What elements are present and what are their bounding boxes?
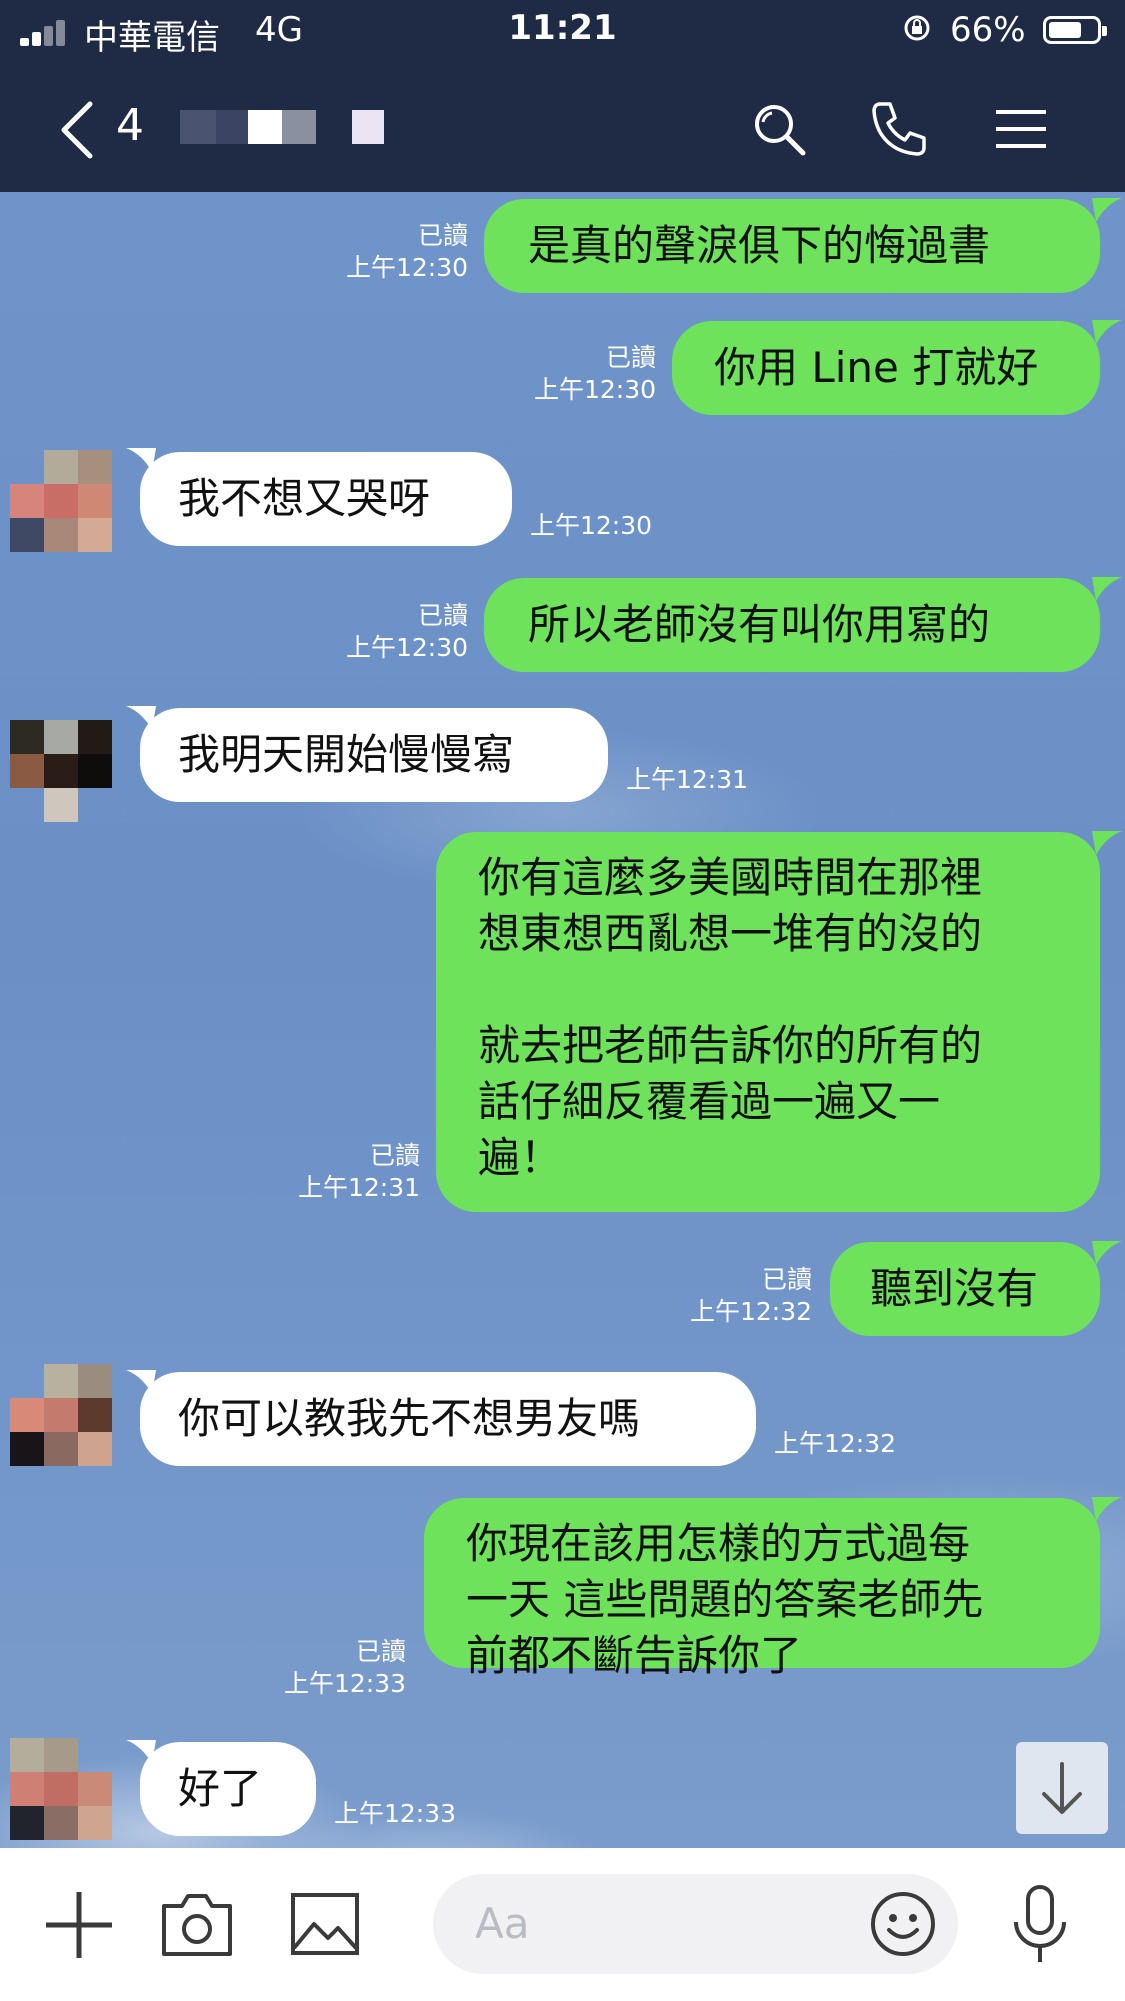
read-receipt: 已讀 xyxy=(417,221,468,250)
read-receipt: 已讀 xyxy=(417,601,468,630)
read-receipt: 已讀 xyxy=(355,1637,406,1666)
message-bubble-outgoing[interactable]: 你用 Line 打就好 xyxy=(672,321,1100,415)
message-input[interactable] xyxy=(473,1892,877,1954)
message-bubble-incoming[interactable]: 我明天開始慢慢寫 xyxy=(140,708,608,802)
message-meta: 已讀 上午12:30 xyxy=(486,342,656,406)
message-time: 上午12:32 xyxy=(689,1297,812,1326)
message-time: 上午12:33 xyxy=(334,1799,457,1828)
bubble-tail xyxy=(1092,577,1122,601)
message-meta: 已讀 上午12:30 xyxy=(300,600,468,664)
plus-icon[interactable] xyxy=(44,1890,114,1960)
message-bubble-incoming[interactable]: 好了 xyxy=(140,1742,316,1836)
bubble-tail xyxy=(1092,320,1122,344)
battery-percent: 66% xyxy=(950,10,1026,50)
message-meta: 已讀 上午12:31 xyxy=(258,1140,420,1204)
message-meta: 已讀 上午12:32 xyxy=(650,1264,812,1328)
camera-icon[interactable] xyxy=(160,1890,234,1958)
battery-icon xyxy=(1043,16,1107,44)
menu-icon[interactable] xyxy=(990,98,1052,160)
message-time: 上午12:30 xyxy=(345,633,468,662)
scroll-to-bottom-button[interactable] xyxy=(1016,1742,1108,1834)
message-time: 上午12:32 xyxy=(774,1429,897,1458)
message-bubble-outgoing[interactable]: 你有這麼多美國時間在那裡 想東想西亂想一堆有的沒的 就去把老師告訴你的所有的 話… xyxy=(436,832,1100,1212)
read-receipt: 已讀 xyxy=(761,1265,812,1294)
message-bubble-incoming[interactable]: 你可以教我先不想男友嗎 xyxy=(140,1372,756,1466)
message-bubble-outgoing[interactable]: 是真的聲淚俱下的悔過書 xyxy=(484,199,1100,293)
message-meta: 已讀 上午12:33 xyxy=(240,1636,406,1700)
read-receipt: 已讀 xyxy=(605,343,656,372)
chat-header: 4 xyxy=(0,62,1125,192)
message-time: 上午12:33 xyxy=(283,1669,406,1698)
search-icon[interactable] xyxy=(748,98,810,160)
unread-count: 4 xyxy=(116,100,144,151)
chat-area[interactable]: 已讀 上午12:30 是真的聲淚俱下的悔過書 已讀 上午12:30 你用 Lin… xyxy=(0,192,1125,1848)
message-time: 上午12:30 xyxy=(345,253,468,282)
image-icon[interactable] xyxy=(290,1892,360,1956)
back-chevron-icon[interactable] xyxy=(58,100,98,160)
arrow-down-icon xyxy=(1042,1762,1082,1814)
rotation-lock-icon xyxy=(904,15,930,41)
message-bubble-outgoing[interactable]: 所以老師沒有叫你用寫的 xyxy=(484,578,1100,672)
bubble-tail xyxy=(1092,1497,1122,1521)
microphone-icon[interactable] xyxy=(1010,1884,1070,1966)
bubble-tail xyxy=(1092,831,1122,855)
avatar[interactable] xyxy=(10,450,112,552)
message-input-box[interactable] xyxy=(433,1874,958,1974)
message-time: 上午12:31 xyxy=(626,765,749,794)
input-toolbar xyxy=(0,1848,1125,2001)
avatar[interactable] xyxy=(10,1364,112,1466)
message-bubble-outgoing[interactable]: 你現在該用怎樣的方式過每 一天 這些問題的答案老師先 前都不斷告訴你了 xyxy=(424,1498,1100,1680)
emoji-icon[interactable] xyxy=(869,1890,937,1958)
read-receipt: 已讀 xyxy=(369,1141,420,1170)
bubble-tail xyxy=(1092,1241,1122,1265)
message-time: 上午12:30 xyxy=(533,375,656,404)
status-bar: 中華電信 4G 11:21 66% xyxy=(0,0,1125,62)
message-meta: 已讀 上午12:30 xyxy=(300,220,468,284)
message-time: 上午12:31 xyxy=(297,1173,420,1202)
avatar[interactable] xyxy=(10,1738,112,1840)
message-bubble-incoming[interactable]: 我不想又哭呀 xyxy=(140,452,512,546)
message-bubble-outgoing[interactable]: 聽到沒有 xyxy=(830,1242,1100,1336)
avatar[interactable] xyxy=(10,720,112,822)
message-time: 上午12:30 xyxy=(530,511,653,540)
bubble-tail xyxy=(1092,198,1122,222)
phone-icon[interactable] xyxy=(866,98,928,160)
